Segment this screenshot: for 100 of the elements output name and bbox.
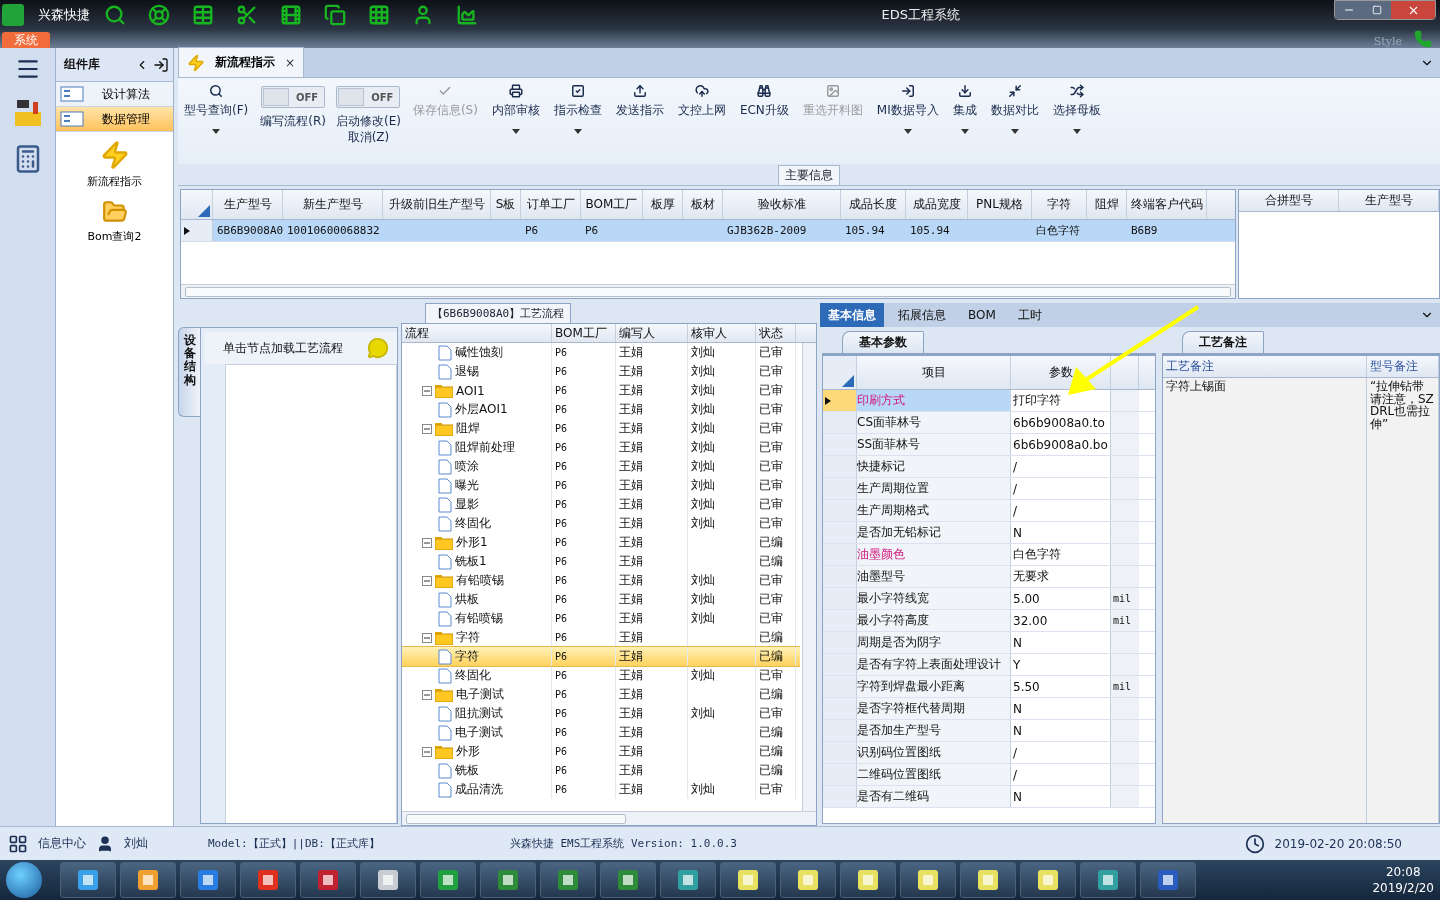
dock-icon[interactable] xyxy=(153,56,169,73)
taskbar-button[interactable] xyxy=(840,862,896,898)
ribbon-button[interactable]: 集成 xyxy=(950,82,979,136)
area-chart-icon[interactable] xyxy=(456,4,478,26)
taskbar-button[interactable] xyxy=(1140,862,1196,898)
document-icon xyxy=(438,401,452,418)
parameter-value: N xyxy=(1011,720,1111,741)
parameter-name: 印刷方式 xyxy=(857,390,1011,411)
ribbon-button[interactable]: 内部审核 xyxy=(489,82,542,136)
ribbon-button[interactable]: 文控上网 xyxy=(675,82,728,121)
ribbon-button[interactable]: MI数据导入 xyxy=(874,82,941,136)
column-header: 型号备注 xyxy=(1367,356,1439,377)
collapse-toggle-icon[interactable] xyxy=(422,575,432,586)
table-cell-text: 6B6B9008A0 xyxy=(216,223,283,239)
detail-tab[interactable]: 基本信息 xyxy=(820,303,884,327)
app-icon xyxy=(135,867,161,893)
toggle-switch[interactable]: OFF xyxy=(261,86,326,108)
panel-tab[interactable]: 工艺备注 xyxy=(1182,331,1264,353)
close-button[interactable] xyxy=(1391,1,1435,19)
taskbar-button[interactable] xyxy=(360,862,416,898)
app-name: 兴森快捷 xyxy=(38,6,90,24)
ribbon-button[interactable]: 数据对比 xyxy=(988,82,1041,136)
document-icon xyxy=(438,705,452,722)
collapse-toggle-icon[interactable] xyxy=(422,632,432,643)
table-cell xyxy=(1111,434,1139,455)
ribbon-button[interactable]: 指示检查 xyxy=(551,82,604,136)
taskbar-button[interactable] xyxy=(540,862,596,898)
document-icon xyxy=(438,363,452,380)
column-header: BOM工厂 xyxy=(581,190,643,219)
maximize-button[interactable] xyxy=(1363,1,1391,19)
component-tile[interactable]: Bom查询2 xyxy=(56,191,173,246)
tree-row[interactable]: 字符 P6 王娟 已编 xyxy=(402,647,800,666)
taskbar-button[interactable] xyxy=(120,862,176,898)
taskbar-button[interactable] xyxy=(600,862,656,898)
copy-icon[interactable] xyxy=(324,4,346,26)
taskbar-button[interactable] xyxy=(240,862,296,898)
ribbon-button[interactable]: 型号查询(F) xyxy=(182,82,251,136)
collapse-toggle-icon[interactable] xyxy=(422,423,432,434)
table-cell-text: 105.94 xyxy=(844,223,886,239)
document-tab[interactable]: 新流程指示 × xyxy=(178,47,305,77)
ribbon-button[interactable]: 发送指示 xyxy=(613,82,666,121)
grid-icon[interactable] xyxy=(368,4,390,26)
parameter-value: N xyxy=(1011,786,1111,807)
parameter-value: / xyxy=(1011,456,1111,477)
ribbon-button[interactable]: ECN升级 xyxy=(737,82,791,121)
column-header: 核审人 xyxy=(688,324,756,342)
scissors-icon[interactable] xyxy=(236,4,258,26)
binoculars-icon xyxy=(757,84,772,98)
ribbon-button[interactable]: 选择母板 xyxy=(1050,82,1103,136)
checkbox-icon xyxy=(570,84,585,98)
taskbar-button[interactable] xyxy=(1020,862,1076,898)
collapse-toggle-icon[interactable] xyxy=(422,746,432,757)
film-icon[interactable] xyxy=(280,4,302,26)
panel-tab[interactable]: 基本参数 xyxy=(842,331,924,353)
parameter-name: 是否加无铅标记 xyxy=(857,522,1011,543)
app-icon xyxy=(975,867,1001,893)
taskbar-button[interactable] xyxy=(480,862,536,898)
start-button[interactable] xyxy=(6,862,42,898)
collapse-toggle-icon[interactable] xyxy=(422,689,432,700)
login-icon xyxy=(900,84,915,98)
collapse-toggle-icon[interactable] xyxy=(422,537,432,548)
detail-tab[interactable]: 工时 xyxy=(1009,303,1050,327)
folder-icon xyxy=(435,535,453,550)
taskbar-button[interactable] xyxy=(180,862,236,898)
taskbar-button[interactable] xyxy=(60,862,116,898)
taskbar-button[interactable] xyxy=(720,862,776,898)
component-item[interactable]: 设计算法 xyxy=(56,82,173,107)
user-icon[interactable] xyxy=(412,4,434,26)
table-cell xyxy=(1111,412,1139,433)
taskbar-button[interactable] xyxy=(780,862,836,898)
scrollbar-thumb[interactable] xyxy=(406,813,626,824)
table-cell xyxy=(1111,566,1139,587)
detail-tab[interactable]: 拓展信息 xyxy=(890,303,954,327)
lightning-icon xyxy=(187,53,205,72)
detail-tab[interactable]: BOM xyxy=(960,303,1004,327)
taskbar-button[interactable] xyxy=(300,862,356,898)
toggle-switch[interactable]: OFF xyxy=(336,86,401,108)
vertical-scrollbar[interactable] xyxy=(802,343,816,811)
search-icon[interactable] xyxy=(104,4,126,26)
taskbar-button[interactable] xyxy=(660,862,716,898)
vertical-tab[interactable]: 设备结构 xyxy=(178,327,200,417)
minimize-button[interactable] xyxy=(1335,1,1363,19)
component-tile[interactable]: 新流程指示 xyxy=(56,132,173,191)
app-icon xyxy=(375,867,401,893)
scrollbar-thumb[interactable] xyxy=(185,286,1231,297)
lifebuoy-icon[interactable] xyxy=(148,4,170,26)
collapse-toggle-icon[interactable] xyxy=(422,385,432,396)
phone-icon[interactable] xyxy=(1414,30,1432,48)
table-icon[interactable] xyxy=(192,4,214,26)
table-cell xyxy=(1111,544,1139,565)
info-center-link[interactable]: 信息中心 xyxy=(38,835,86,852)
app-icon xyxy=(75,867,101,893)
folder-icon xyxy=(435,421,453,436)
column-header: 编写人 xyxy=(616,324,688,342)
taskbar-button[interactable] xyxy=(900,862,956,898)
taskbar-button[interactable] xyxy=(420,862,476,898)
unit-label: mil xyxy=(1111,610,1139,631)
taskbar-button[interactable] xyxy=(1080,862,1136,898)
component-item[interactable]: 数据管理 xyxy=(56,107,173,132)
taskbar-button[interactable] xyxy=(960,862,1016,898)
